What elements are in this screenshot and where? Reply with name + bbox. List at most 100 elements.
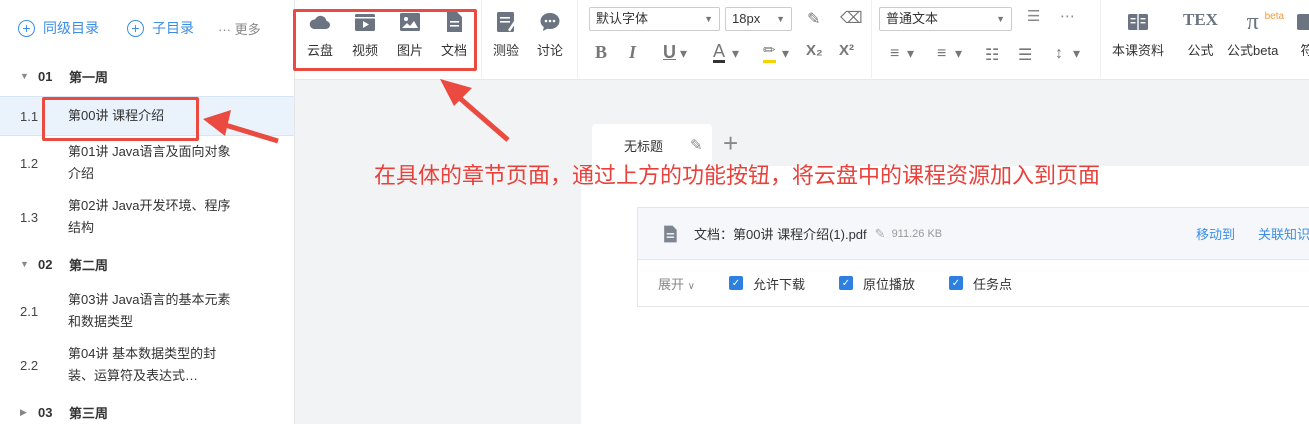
lesson-item-1-3[interactable]: 1.3 第02讲 Java开发环境、程序结构 [0, 190, 294, 244]
paragraph-style-select[interactable]: 普通文本 ▼ [879, 7, 1012, 31]
line-height-icon[interactable]: ↕ [1055, 45, 1063, 63]
book-icon [1128, 14, 1148, 30]
arrow-to-toolbar [440, 79, 510, 142]
pencil-icon[interactable]: ✎ [690, 136, 703, 154]
pi-icon: π beta [1247, 10, 1284, 34]
lesson-item-2-1[interactable]: 2.1 第03讲 Java语言的基本元素和数据类型 [0, 284, 294, 338]
lesson-number: 1.3 [20, 209, 39, 225]
italic-icon[interactable]: I [629, 42, 636, 63]
course-material-button[interactable]: 本课资料 [1112, 10, 1164, 59]
caret-down-icon[interactable]: ▼ [20, 259, 38, 269]
underline-icon[interactable]: U [663, 42, 676, 63]
inplace-play-checkbox[interactable]: ✓ 原位播放 [838, 274, 915, 293]
divider [481, 0, 482, 78]
add-tab-icon[interactable]: + [723, 128, 738, 158]
task-point-label: 任务点 [973, 276, 1013, 292]
lesson-number: 2.2 [20, 357, 39, 373]
chevron-down-icon[interactable]: ▾ [1073, 45, 1080, 62]
inplace-play-label: 原位播放 [862, 276, 915, 292]
subscript-icon[interactable]: X₂ [806, 42, 823, 59]
discuss-label: 讨论 [537, 43, 564, 58]
formula-beta-label: 公式beta [1227, 43, 1279, 58]
rename-pencil-icon[interactable]: ✎ [875, 226, 886, 242]
lesson-number: 2.1 [20, 303, 39, 319]
annotation-note: 在具体的章节页面，通过上方的功能按钮，将云盘中的课程资源加入到页面 [374, 163, 1101, 188]
caret-right-icon[interactable]: ▶ [20, 407, 38, 418]
expand-label: 展开 [658, 276, 685, 292]
symbol-label: 符 [1300, 43, 1309, 58]
font-color-icon[interactable]: A [713, 42, 726, 63]
tab-title: 无标题 [624, 138, 664, 154]
add-child-label: 子目录 [152, 20, 194, 36]
chapter-number: 03 [38, 404, 53, 420]
lesson-title: 第04讲 基本数据类型的封装、运算符及表达式… [68, 346, 217, 383]
lesson-number: 1.2 [20, 155, 39, 171]
sidebar: + 同级目录 + 子目录 ··· 更多 ▼ 01 第一周 1.1 第00讲 课程… [0, 0, 295, 424]
caret-down-icon[interactable]: ▼ [20, 71, 38, 81]
bold-icon[interactable]: B [595, 42, 607, 63]
move-to-link[interactable]: 移动到 [1196, 224, 1235, 243]
sidebar-toolbar: + 同级目录 + 子目录 ··· 更多 [0, 0, 294, 56]
course-material-label: 本课资料 [1112, 43, 1165, 58]
chevron-down-icon[interactable]: ▾ [732, 45, 739, 62]
allow-download-checkbox[interactable]: ✓ 允许下载 [728, 274, 805, 293]
chevron-down-icon[interactable]: ▾ [680, 45, 687, 62]
font-size-value: 18px [732, 11, 761, 26]
lesson-item-1-2[interactable]: 1.2 第01讲 Java语言及面向对象介绍 [0, 136, 294, 190]
symbol-button[interactable]: 符 [1295, 10, 1309, 59]
discuss-button[interactable]: 讨论 [537, 10, 563, 59]
line-break-icon[interactable]: ☰ [1027, 7, 1040, 25]
formula-label: 公式 [1187, 43, 1214, 58]
quiz-icon [497, 12, 516, 32]
add-sibling-button[interactable]: + 同级目录 [18, 18, 99, 38]
add-child-button[interactable]: + 子目录 [127, 18, 194, 38]
numbered-list-icon[interactable]: ☰ [1018, 45, 1032, 65]
chapter-01[interactable]: ▼ 01 第一周 [0, 56, 294, 96]
link-knowledge-link[interactable]: 关联知识 [1258, 224, 1309, 243]
document-icon [664, 225, 677, 242]
indent-icon[interactable]: ≡ [937, 45, 946, 63]
document-size: 911.26 KB [891, 227, 943, 240]
document-card-header: 文档：第00讲 课程介绍(1).pdf ✎ 911.26 KB 移动到 关联知识 [638, 208, 1309, 260]
formula-button[interactable]: TEX 公式 [1183, 10, 1218, 59]
align-left-icon[interactable]: ≡ [890, 45, 899, 63]
lesson-item-2-2[interactable]: 2.2 第04讲 基本数据类型的封装、运算符及表达式… [0, 338, 294, 392]
superscript-icon[interactable]: X² [839, 42, 854, 59]
checkbox-checked-icon: ✓ [728, 276, 743, 290]
font-family-select[interactable]: 默认字体 ▼ [589, 7, 720, 31]
more-button[interactable]: ··· 更多 [218, 19, 261, 38]
checkbox-checked-icon: ✓ [838, 276, 853, 290]
chapter-title: 第二周 [69, 257, 109, 273]
plus-circle-icon: + [18, 19, 35, 37]
divider [871, 0, 872, 78]
document-card: 文档：第00讲 课程介绍(1).pdf ✎ 911.26 KB 移动到 关联知识… [637, 207, 1309, 307]
chevron-down-icon[interactable]: ▾ [907, 45, 914, 62]
toolbar-highlight-box [293, 9, 477, 71]
font-size-select[interactable]: 18px ▼ [725, 7, 792, 31]
plus-circle-icon: + [127, 19, 144, 37]
quiz-label: 测验 [493, 43, 520, 58]
eraser-icon[interactable]: ⌫ [840, 8, 863, 28]
divider [577, 0, 578, 78]
lesson-title: 第01讲 Java语言及面向对象介绍 [68, 144, 231, 181]
highlight-icon[interactable]: ✏ [763, 42, 776, 63]
chevron-down-icon: ▼ [776, 14, 785, 24]
task-point-checkbox[interactable]: ✓ 任务点 [949, 274, 1012, 293]
divider [1100, 0, 1101, 78]
expand-toggle[interactable]: 展开 ∨ [658, 274, 695, 293]
formula-beta-button[interactable]: π beta 公式beta [1227, 10, 1284, 59]
quiz-button[interactable]: 测验 [493, 10, 519, 59]
bullet-list-icon[interactable]: ☷ [985, 45, 999, 65]
lesson-title: 第02讲 Java开发环境、程序结构 [68, 198, 231, 235]
beta-badge: beta [1264, 11, 1285, 22]
chevron-down-icon[interactable]: ▾ [782, 45, 789, 62]
chevron-down-icon[interactable]: ▾ [955, 45, 962, 62]
format-painter-icon[interactable]: ✎ [807, 9, 820, 29]
divider-line-icon[interactable]: ⋯ [1060, 7, 1075, 25]
chapter-title: 第一周 [69, 69, 109, 85]
chapter-02[interactable]: ▼ 02 第二周 [0, 244, 294, 284]
chapter-number: 02 [38, 256, 53, 272]
document-name: 文档：第00讲 课程介绍(1).pdf [694, 227, 867, 242]
chapter-number: 01 [38, 68, 53, 84]
chapter-03[interactable]: ▶ 03 第三周 [0, 392, 294, 424]
